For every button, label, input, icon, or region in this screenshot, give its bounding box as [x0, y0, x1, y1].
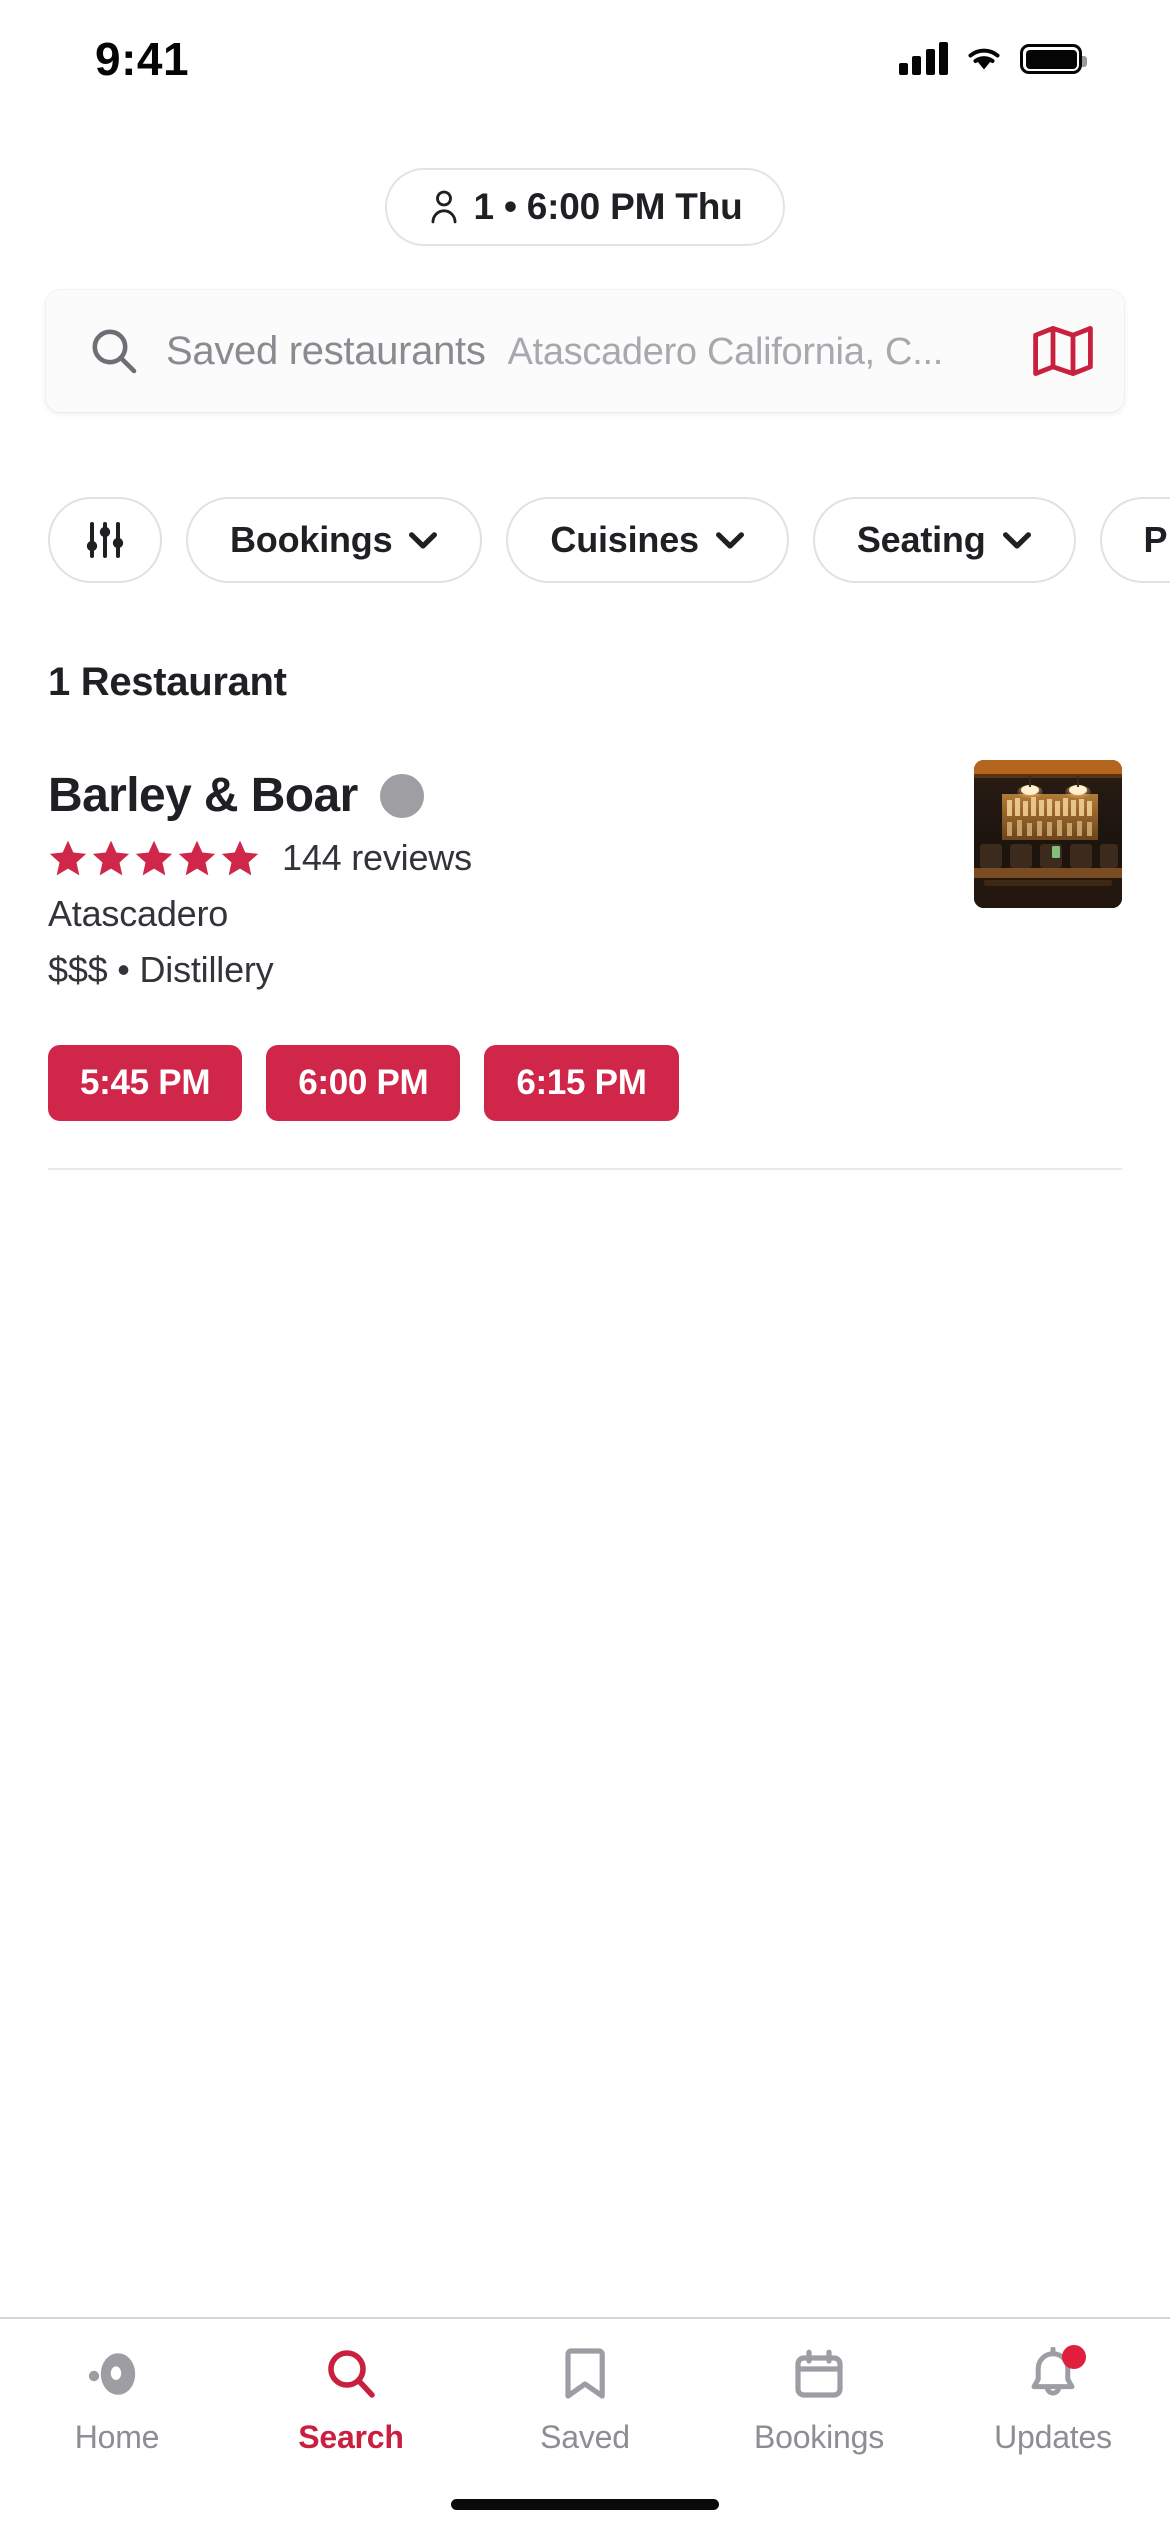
time-slot-button[interactable]: 6:15 PM [484, 1045, 679, 1121]
restaurant-card[interactable]: Barley & Boar 144 reviews Atascadero $$$… [48, 760, 1122, 991]
filter-sliders-icon [86, 522, 124, 558]
search-location-text: Atascadero California, C... [507, 330, 943, 373]
bell-icon [1028, 2343, 1086, 2405]
time-slot-row[interactable]: 5:45 PM 6:00 PM 6:15 PM [48, 1045, 679, 1121]
wifi-icon [968, 48, 1000, 70]
filter-chip-label: Seating [856, 519, 986, 560]
app-screen: 9:41 1 • 6:00 PM Thu Saved restaurants A… [0, 0, 1170, 2532]
tab-updates[interactable]: Updates [936, 2343, 1170, 2456]
search-bar[interactable]: Saved restaurants Atascadero California,… [46, 290, 1124, 412]
filter-chip-label: Cuisines [550, 519, 699, 560]
star-icon [49, 840, 87, 876]
restaurant-thumbnail[interactable] [974, 760, 1122, 908]
chevron-down-icon [409, 532, 438, 549]
chevron-down-icon [1002, 532, 1031, 549]
tab-label: Search [298, 2419, 404, 2455]
star-icon [178, 840, 216, 876]
review-count: 144 reviews [282, 837, 472, 878]
updates-badge [1062, 2345, 1086, 2369]
filter-chip-seating[interactable]: Seating [812, 497, 1076, 583]
search-query-text: Saved restaurants [166, 328, 486, 373]
person-icon [432, 190, 457, 224]
tab-label: Updates [994, 2419, 1112, 2455]
card-divider [48, 1168, 1122, 1170]
search-icon [323, 2343, 379, 2405]
search-icon [92, 329, 137, 374]
status-bar-time: 9:41 [95, 33, 190, 85]
star-icon [135, 840, 173, 876]
star-rating [48, 838, 260, 878]
status-bar-indicators [898, 42, 1087, 75]
restaurant-location: Atascadero [48, 893, 229, 934]
star-icon [92, 840, 130, 876]
chevron-down-icon [715, 532, 744, 549]
time-slot-button[interactable]: 5:45 PM [48, 1045, 243, 1121]
home-indicator[interactable] [451, 2499, 719, 2510]
cellular-signal-icon [898, 42, 948, 75]
battery-icon [1020, 44, 1087, 74]
map-icon[interactable] [1032, 324, 1094, 378]
bar-interior-photo [974, 760, 1122, 908]
party-size-time-pill[interactable]: 1 • 6:00 PM Thu [385, 168, 785, 246]
bookmark-icon [562, 2343, 608, 2405]
tab-label: Home [74, 2419, 160, 2455]
star-icon [221, 840, 259, 876]
calendar-icon [792, 2343, 846, 2405]
tab-search[interactable]: Search [234, 2343, 468, 2456]
time-slot-button[interactable]: 6:00 PM [266, 1045, 461, 1121]
party-pill-label: 1 • 6:00 PM Thu [473, 186, 743, 227]
tab-saved[interactable]: Saved [468, 2343, 702, 2456]
filter-chip-bookings[interactable]: Bookings [186, 497, 483, 583]
availability-dot [379, 773, 424, 818]
filter-chip-partial[interactable]: P [1099, 497, 1170, 583]
filter-chip-cuisines[interactable]: Cuisines [506, 497, 789, 583]
filter-chip-label: Bookings [230, 519, 393, 560]
home-icon [88, 2343, 146, 2405]
search-field[interactable]: Saved restaurants Atascadero California,… [166, 329, 1006, 374]
tab-bookings[interactable]: Bookings [702, 2343, 936, 2456]
tab-label: Saved [540, 2419, 630, 2455]
filter-tune-chip[interactable] [48, 497, 162, 583]
tab-home[interactable]: Home [0, 2343, 234, 2456]
party-pill-container: 1 • 6:00 PM Thu [0, 168, 1170, 246]
restaurant-name[interactable]: Barley & Boar [48, 768, 358, 823]
filter-chip-label: P [1143, 519, 1168, 560]
filter-chips-row[interactable]: Bookings Cuisines Seating P [0, 485, 1170, 595]
restaurant-info: Barley & Boar 144 reviews Atascadero $$$… [48, 760, 472, 991]
restaurant-price-cuisine: $$$ • Distillery [48, 949, 274, 990]
status-bar: 9:41 [0, 0, 1170, 118]
tab-label: Bookings [753, 2419, 885, 2455]
results-count: 1 Restaurant [48, 660, 287, 704]
